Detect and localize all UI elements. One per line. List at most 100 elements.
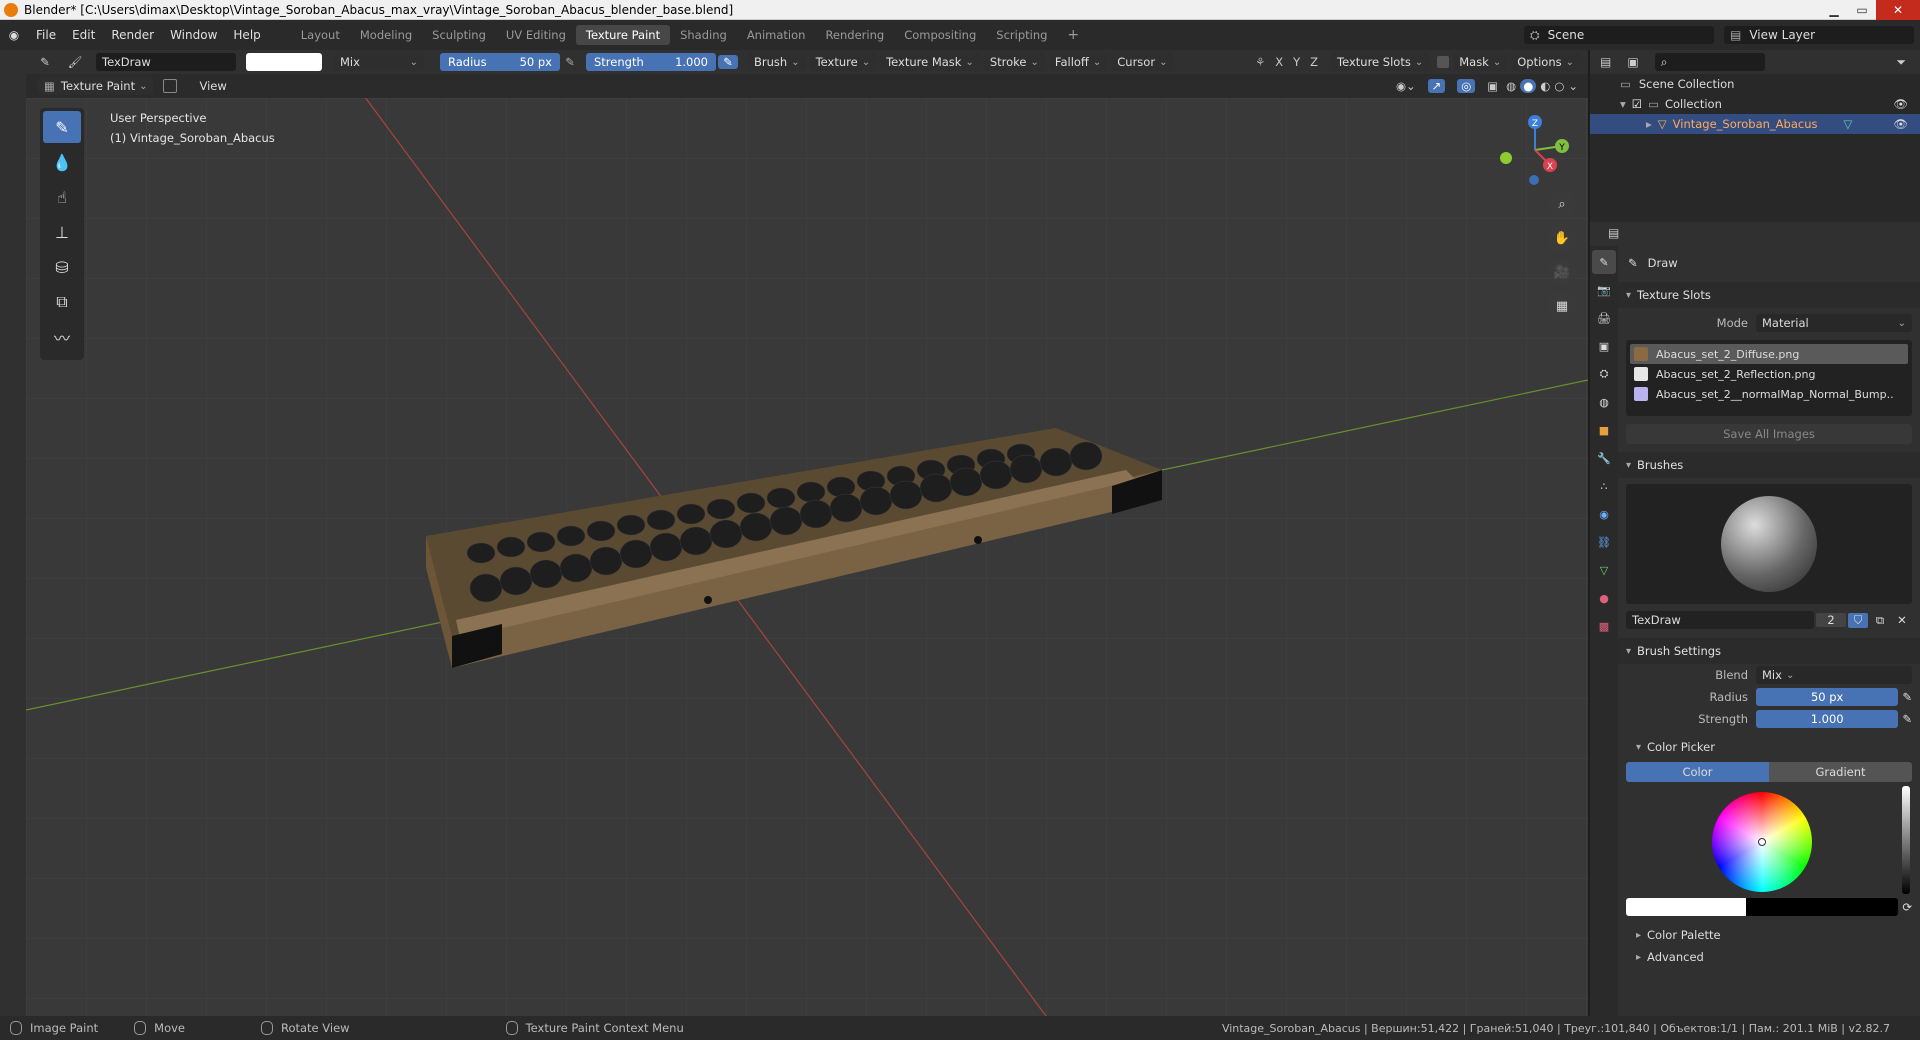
menu-file[interactable]: File bbox=[28, 28, 64, 42]
modifier-tab-icon[interactable]: 🔧 bbox=[1592, 446, 1616, 470]
advanced-subpanel[interactable]: ▸ Advanced bbox=[1618, 946, 1920, 968]
tab-modeling[interactable]: Modeling bbox=[350, 25, 422, 45]
menu-window[interactable]: Window bbox=[162, 28, 225, 42]
draw-tool-button[interactable]: ✎ bbox=[43, 111, 81, 143]
annotate-tool-button[interactable]: 〰 bbox=[43, 321, 81, 353]
fake-user-icon[interactable]: ⛉ bbox=[1848, 612, 1868, 628]
outliner-scene-collection[interactable]: ▭ Scene Collection bbox=[1590, 74, 1920, 94]
blend-mode-dropdown[interactable]: Mix bbox=[1756, 666, 1912, 684]
tab-rendering[interactable]: Rendering bbox=[815, 25, 894, 45]
outliner-collection[interactable]: ▾ ☑ ▭ Collection 👁 bbox=[1590, 94, 1920, 114]
symmetry-icon[interactable]: ⚘ bbox=[1250, 55, 1270, 69]
tab-layout[interactable]: Layout bbox=[291, 25, 350, 45]
properties-editor-icon[interactable]: ▤ bbox=[1608, 226, 1619, 240]
blender-menu-icon[interactable]: ◉ bbox=[0, 28, 28, 42]
solid-shading-icon[interactable]: ● bbox=[1520, 79, 1537, 93]
3d-viewport[interactable] bbox=[26, 98, 1588, 1016]
swap-colors-icon[interactable]: ⟳ bbox=[1902, 900, 1912, 914]
tool-settings-icon[interactable]: ✎ bbox=[30, 55, 60, 69]
pan-hand-icon[interactable]: ✋ bbox=[1548, 224, 1576, 252]
radius-pressure-icon[interactable]: ✎ bbox=[1902, 690, 1912, 704]
output-tab-icon[interactable]: 🖨 bbox=[1592, 306, 1616, 330]
tab-compositing[interactable]: Compositing bbox=[894, 25, 986, 45]
brushes-panel-header[interactable]: Brushes bbox=[1618, 452, 1920, 478]
expand-arrow-icon[interactable]: ▸ bbox=[1646, 117, 1652, 131]
falloff-menu[interactable]: Falloff bbox=[1048, 53, 1108, 71]
brush-name-input[interactable]: TexDraw bbox=[1626, 611, 1814, 629]
strength-prop-slider[interactable]: 1.000 bbox=[1756, 710, 1899, 728]
radius-prop-slider[interactable]: 50 px bbox=[1756, 688, 1899, 706]
tab-uv-editing[interactable]: UV Editing bbox=[496, 25, 576, 45]
scene-selector[interactable]: ⛭ Scene bbox=[1524, 26, 1714, 44]
shading-options-icon[interactable]: ⌄ bbox=[1568, 79, 1578, 93]
axis-y-toggle[interactable]: Y bbox=[1288, 55, 1305, 69]
tab-scripting[interactable]: Scripting bbox=[986, 25, 1057, 45]
close-button[interactable]: ✕ bbox=[1876, 0, 1920, 20]
eye-icon[interactable]: 👁 bbox=[1893, 117, 1908, 131]
gizmo-icon[interactable]: ↗ bbox=[1427, 79, 1446, 93]
brush-settings-panel-header[interactable]: Brush Settings bbox=[1618, 638, 1920, 664]
stroke-menu[interactable]: Stroke bbox=[983, 53, 1045, 71]
fill-tool-button[interactable]: ⛁ bbox=[43, 251, 81, 283]
texture-mode-dropdown[interactable]: Material bbox=[1756, 314, 1912, 332]
camera-view-icon[interactable]: 🎥 bbox=[1548, 258, 1576, 286]
texture-tab-icon[interactable]: ▩ bbox=[1592, 614, 1616, 638]
soften-tool-button[interactable]: 💧 bbox=[43, 146, 81, 178]
overlay-icon[interactable]: ◎ bbox=[1457, 79, 1476, 93]
outliner-editor-icon[interactable]: ▤ bbox=[1600, 55, 1611, 69]
radius-pressure-icon[interactable]: ✎ bbox=[560, 55, 580, 69]
axis-x-toggle[interactable]: X bbox=[1270, 55, 1288, 69]
mode-selector[interactable]: ▦ Texture Paint bbox=[38, 77, 154, 95]
radius-slider[interactable]: Radius 50 px bbox=[440, 53, 560, 71]
value-slider[interactable] bbox=[1902, 786, 1910, 894]
minimize-button[interactable]: ▁ bbox=[1820, 0, 1848, 20]
visibility-icon[interactable]: ◉⌄ bbox=[1396, 79, 1416, 93]
clone-tool-button[interactable]: ⊥ bbox=[43, 216, 81, 248]
filter-icon[interactable]: ⏷ bbox=[1896, 55, 1906, 70]
texture-menu[interactable]: Texture bbox=[809, 53, 877, 71]
scene-tab-icon[interactable]: ⛭ bbox=[1592, 362, 1616, 386]
navigation-gizmo[interactable]: Z Y X bbox=[1490, 110, 1580, 190]
strength-slider[interactable]: Strength 1.000 bbox=[586, 53, 716, 71]
particles-tab-icon[interactable]: ∴ bbox=[1592, 474, 1616, 498]
eye-icon[interactable]: 👁 bbox=[1893, 97, 1908, 111]
tab-sculpting[interactable]: Sculpting bbox=[422, 25, 496, 45]
outliner-object-row[interactable]: ▸ ▽ Vintage_Soroban_Abacus ▽ 👁 bbox=[1590, 114, 1920, 134]
world-tab-icon[interactable]: ◍ bbox=[1592, 390, 1616, 414]
zoom-icon[interactable]: ⌕ bbox=[1548, 190, 1576, 218]
brush-icon[interactable]: 🖌 bbox=[60, 55, 90, 69]
material-tab-icon[interactable]: ● bbox=[1592, 586, 1616, 610]
texture-slot-diffuse[interactable]: Abacus_set_2_Diffuse.png bbox=[1630, 344, 1908, 364]
smear-tool-button[interactable]: ☝ bbox=[43, 181, 81, 213]
view-layer-tab-icon[interactable]: ▣ bbox=[1592, 334, 1616, 358]
tab-animation[interactable]: Animation bbox=[737, 25, 816, 45]
tool-tab-icon[interactable]: ✎ bbox=[1592, 250, 1616, 274]
physics-tab-icon[interactable]: ◉ bbox=[1592, 502, 1616, 526]
texture-slot-reflection[interactable]: Abacus_set_2_Reflection.png bbox=[1630, 364, 1908, 384]
rendered-shading-icon[interactable]: ○ bbox=[1554, 79, 1564, 93]
mask-checkbox[interactable] bbox=[1437, 56, 1450, 68]
expand-arrow-icon[interactable]: ▾ bbox=[1620, 97, 1626, 111]
color-picker-subpanel[interactable]: ▾ Color Picker bbox=[1618, 736, 1920, 758]
gradient-tab[interactable]: Gradient bbox=[1769, 762, 1912, 782]
perspective-toggle-icon[interactable]: ▦ bbox=[1548, 292, 1576, 320]
color-wheel[interactable] bbox=[1712, 792, 1812, 892]
axis-z-toggle[interactable]: Z bbox=[1305, 55, 1323, 69]
mesh-data-icon[interactable]: ▽ bbox=[1843, 117, 1852, 131]
paint-mask-toggle[interactable] bbox=[163, 79, 178, 93]
menu-help[interactable]: Help bbox=[225, 28, 268, 42]
display-mode-icon[interactable]: ▣ bbox=[1627, 55, 1638, 69]
outliner-search[interactable]: ⌕ bbox=[1654, 53, 1765, 71]
brush-name-field[interactable]: TexDraw bbox=[96, 53, 236, 71]
tab-shading[interactable]: Shading bbox=[670, 25, 737, 45]
color-palette-subpanel[interactable]: ▸ Color Palette bbox=[1618, 924, 1920, 946]
add-workspace-button[interactable]: + bbox=[1057, 24, 1089, 46]
texture-mask-menu[interactable]: Texture Mask bbox=[880, 53, 980, 71]
menu-render[interactable]: Render bbox=[103, 28, 162, 42]
wireframe-shading-icon[interactable]: ◍ bbox=[1506, 79, 1516, 93]
mask-tool-button[interactable]: ⧉ bbox=[43, 286, 81, 318]
view-layer-selector[interactable]: ▤ View Layer bbox=[1724, 26, 1914, 44]
color-tab[interactable]: Color bbox=[1626, 762, 1769, 782]
collection-checkbox-icon[interactable]: ☑ bbox=[1632, 97, 1642, 111]
options-menu[interactable]: Options bbox=[1511, 53, 1580, 71]
